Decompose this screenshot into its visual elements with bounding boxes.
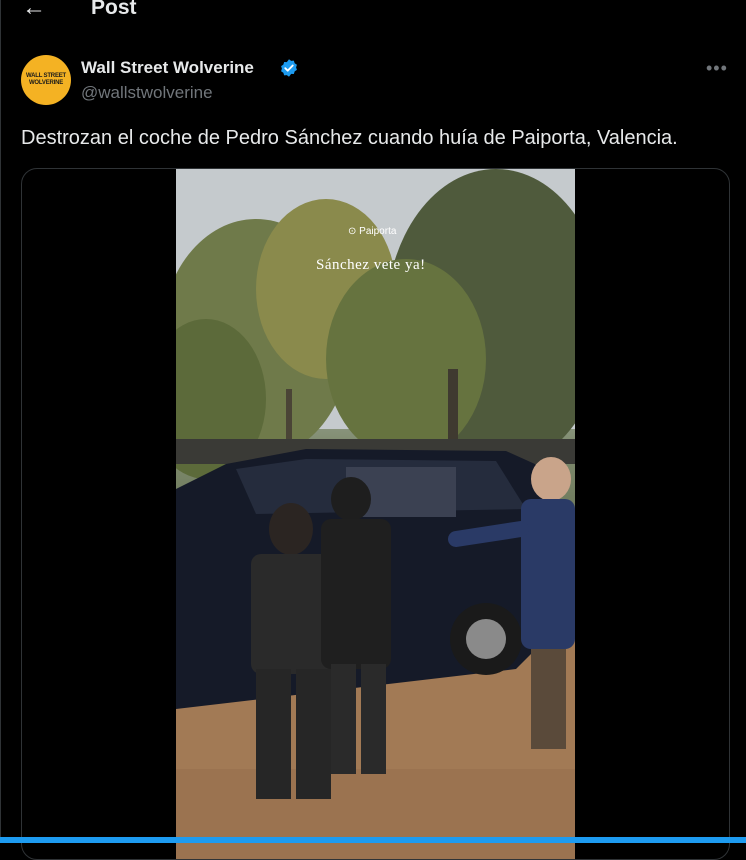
video-progress-bar[interactable]: [0, 837, 746, 843]
video-location-label: Paiporta: [359, 226, 397, 237]
avatar-text-line-1: WALL STREET: [25, 73, 67, 79]
avatar[interactable]: WALL STREET WOLVERINE: [21, 55, 71, 105]
column-border: [0, 0, 1, 843]
back-button[interactable]: ←: [22, 0, 46, 22]
author-handle[interactable]: @wallstwolverine: [81, 83, 213, 103]
video-overlay-text: Sánchez vete ya!: [316, 257, 426, 273]
more-options-button[interactable]: •••: [706, 58, 728, 79]
video-location-tag: ⊙ Paiporta: [348, 226, 396, 237]
avatar-text-line-2: WOLVERINE: [28, 80, 64, 86]
video-player[interactable]: ⊙ Paiporta Sánchez vete ya!: [176, 169, 575, 859]
page-title: Post: [91, 0, 137, 19]
tweet-text: Destrozan el coche de Pedro Sánchez cuan…: [21, 127, 678, 149]
verified-badge-icon[interactable]: [279, 58, 299, 78]
media-container[interactable]: ⊙ Paiporta Sánchez vete ya!: [21, 168, 730, 860]
arrow-left-icon: ←: [22, 0, 46, 21]
header: ← Post: [0, 0, 746, 22]
more-icon: •••: [706, 58, 728, 78]
location-pin-icon: ⊙: [348, 226, 357, 237]
author-name[interactable]: Wall Street Wolverine: [81, 58, 254, 78]
